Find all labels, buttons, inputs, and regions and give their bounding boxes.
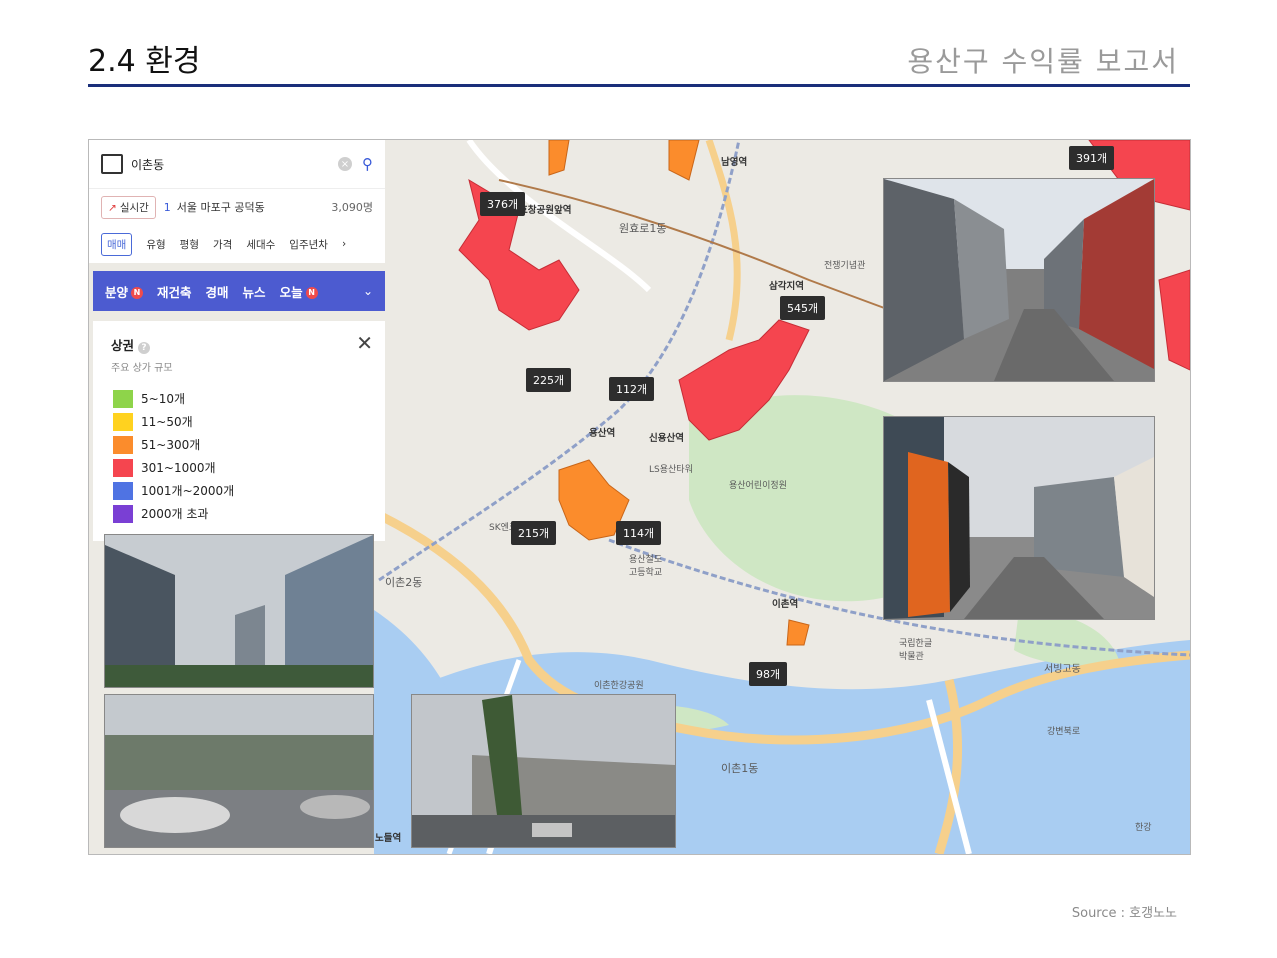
legend-item: 5~10개 xyxy=(113,387,234,410)
category-news[interactable]: 뉴스 xyxy=(243,282,266,301)
realtime-trend[interactable]: ↗ 실시간 1 서울 마포구 공덕동 3,090명 xyxy=(89,189,385,225)
slide-subtitle: 용산구 수익률 보고서 xyxy=(907,45,1179,78)
zone-badge-225[interactable]: 225개 xyxy=(526,368,572,392)
title-rule xyxy=(88,84,1190,87)
legend-swatch xyxy=(113,458,133,477)
map-label-namyeong: 남영역 xyxy=(721,157,748,168)
filter-tab-year[interactable]: 입주년차 xyxy=(289,237,328,252)
legend-list: 5~10개 11~50개 51~300개 301~1000개 1001개~200… xyxy=(113,387,234,525)
clear-icon[interactable]: × xyxy=(338,157,352,171)
zone-badge-391[interactable]: 391개 xyxy=(1069,146,1115,170)
filter-tab-sale[interactable]: 매매 xyxy=(101,232,133,256)
category-redevelop[interactable]: 재건축 xyxy=(157,282,192,301)
legend-item: 2000개 초과 xyxy=(113,502,234,525)
zone-badge-376[interactable]: 376개 xyxy=(480,192,526,216)
legend-panel: 상권? 주요 상가 규모 ✕ 5~10개 11~50개 51~300개 301~… xyxy=(93,321,385,541)
map-label-hangang-park: 이촌한강공원 xyxy=(594,681,644,691)
filter-tab-size[interactable]: 평형 xyxy=(180,237,199,252)
zone-badge-215[interactable]: 215개 xyxy=(511,521,557,545)
search-bar[interactable]: 이촌동 × ⚲ xyxy=(89,140,385,189)
street-photo-towers xyxy=(104,534,374,688)
map-label-museum: 국립한글박물관 xyxy=(899,639,933,662)
zone-badge-114[interactable]: 114개 xyxy=(616,521,662,545)
map-label-family-park: 용산어린이정원 xyxy=(729,481,787,491)
map-label-ganbyeon: 강변북로 xyxy=(1047,727,1081,737)
map-label-memorial: 전쟁기념관 xyxy=(824,261,866,271)
search-icon[interactable]: ⚲ xyxy=(362,155,373,173)
map-label-ls: LS용산타워 xyxy=(649,465,693,475)
map-label-ichon1: 이촌1동 xyxy=(721,762,759,775)
category-bar: 분양 N 재건축 경매 뉴스 오늘 N ⌄ xyxy=(93,271,385,311)
slide-title: 2.4 환경 xyxy=(88,44,201,79)
search-panel: 이촌동 × ⚲ ↗ 실시간 1 서울 마포구 공덕동 3,090명 매매 유형 평… xyxy=(89,140,385,263)
legend-swatch xyxy=(113,481,133,500)
source-credit: Source : 호갱노노 xyxy=(1071,906,1177,921)
zone-badge-112[interactable]: 112개 xyxy=(609,377,655,401)
zone-badge-98[interactable]: 98개 xyxy=(749,662,788,686)
map-label-seobinggo: 서빙고동 xyxy=(1044,664,1081,675)
map-label-yongsan: 용산역 xyxy=(589,428,616,439)
close-icon[interactable]: ✕ xyxy=(356,331,373,355)
filter-tabs: 매매 유형 평형 가격 세대수 입주년차 › xyxy=(89,225,385,263)
filter-tab-price[interactable]: 가격 xyxy=(213,237,232,252)
filter-tab-type[interactable]: 유형 xyxy=(146,237,165,252)
legend-item: 1001개~2000개 xyxy=(113,479,234,502)
map-label-hyochang: 효창공원앞역 xyxy=(519,205,572,216)
category-today[interactable]: 오늘 N xyxy=(280,282,318,301)
map-label-wonhyo: 원효로1동 xyxy=(619,222,667,235)
map-label-noduljeom: 노들역 xyxy=(375,833,402,844)
legend-title: 상권? xyxy=(111,335,151,354)
search-query[interactable]: 이촌동 xyxy=(131,156,338,173)
home-icon[interactable] xyxy=(101,154,123,174)
trend-count: 3,090명 xyxy=(331,201,373,214)
map-label-ichon2: 이촌2동 xyxy=(385,576,423,589)
filter-tab-households[interactable]: 세대수 xyxy=(246,237,275,252)
legend-item: 51~300개 xyxy=(113,433,234,456)
street-photo-corner xyxy=(883,416,1155,620)
chevron-down-icon[interactable]: ⌄ xyxy=(363,284,373,298)
street-photo-alley xyxy=(883,178,1155,382)
street-photo-shops xyxy=(411,694,676,848)
realtime-label: 실시간 xyxy=(119,201,149,214)
legend-swatch xyxy=(113,412,133,431)
map-label-sinyongsan: 신용산역 xyxy=(649,433,684,444)
map-label-samgakji: 삼각지역 xyxy=(769,281,804,292)
realtime-button[interactable]: ↗ 실시간 xyxy=(101,195,156,219)
map-label-yongsan-high: 용산철도고등학교 xyxy=(629,555,663,578)
trend-rank: 1 xyxy=(163,200,171,214)
category-auction[interactable]: 경매 xyxy=(206,282,229,301)
category-presale[interactable]: 분양 N xyxy=(105,282,144,301)
map-label-hangang: 한강 xyxy=(1135,823,1152,833)
help-icon[interactable]: ? xyxy=(138,342,151,354)
map-view[interactable]: 남영역 효창공원앞역 원효로1동 삼각지역 용산역 신용산역 LS용산타워 전쟁… xyxy=(88,139,1191,855)
trend-location: 서울 마포구 공덕동 xyxy=(176,201,265,214)
legend-swatch xyxy=(113,389,133,408)
zone-badge-545[interactable]: 545개 xyxy=(780,296,826,320)
legend-subtitle: 주요 상가 규모 xyxy=(111,363,173,374)
street-photo-road xyxy=(104,694,374,848)
legend-item: 11~50개 xyxy=(113,410,234,433)
legend-swatch xyxy=(113,435,133,454)
legend-swatch xyxy=(113,504,133,523)
map-label-ichon: 이촌역 xyxy=(772,599,799,610)
new-badge: N xyxy=(131,287,144,299)
new-badge: N xyxy=(305,287,318,299)
trend-up-icon: ↗ xyxy=(108,201,117,214)
legend-item: 301~1000개 xyxy=(113,456,234,479)
chevron-right-icon[interactable]: › xyxy=(342,238,346,250)
